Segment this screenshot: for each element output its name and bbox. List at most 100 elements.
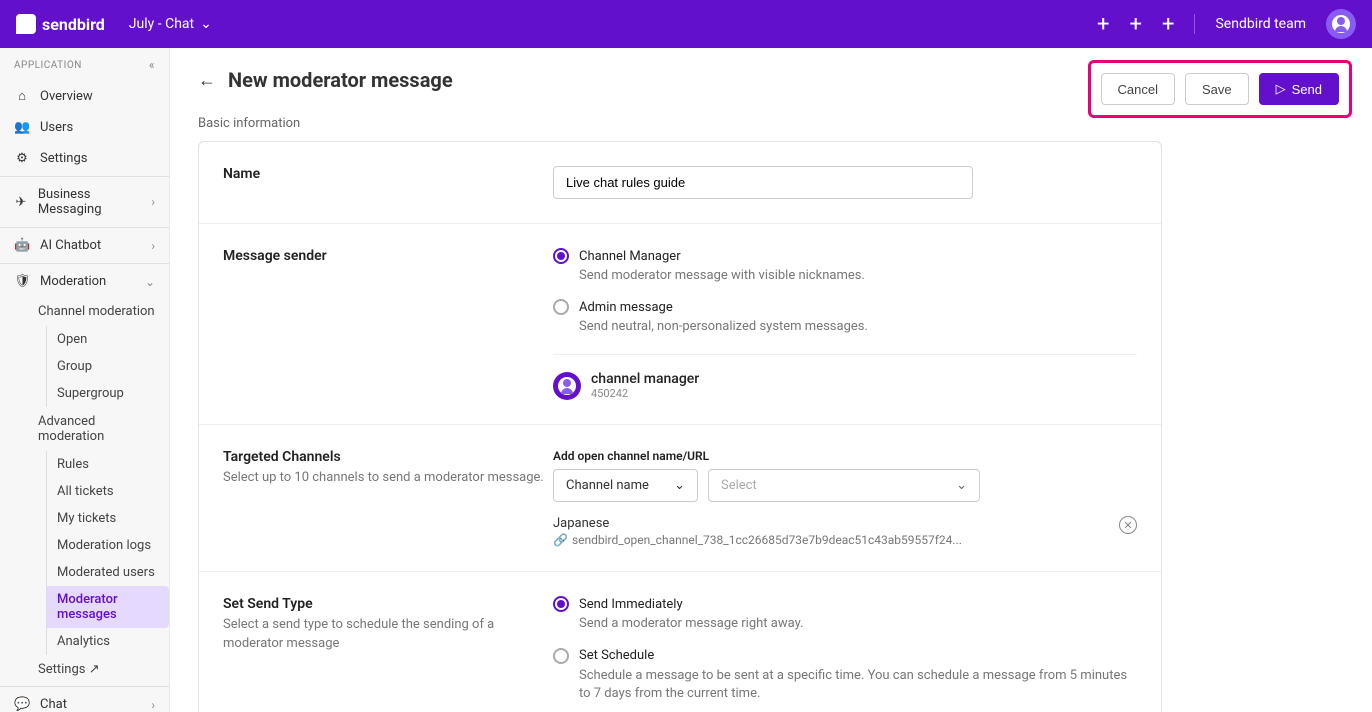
sidebar-item-users[interactable]: 👥 Users bbox=[0, 112, 169, 143]
sidebar-item-chat[interactable]: 💬 Chat › bbox=[0, 689, 169, 712]
users-icon: 👥 bbox=[14, 120, 30, 135]
sender-id: 450242 bbox=[591, 387, 699, 400]
row-name: Name bbox=[199, 142, 1161, 224]
remove-channel-button[interactable]: ✕ bbox=[1119, 516, 1137, 534]
shield-icon: 🛡 bbox=[14, 274, 30, 289]
paper-plane-icon: ▷ bbox=[1276, 81, 1286, 97]
send-label: Send bbox=[1292, 82, 1322, 97]
page-title: New moderator message bbox=[228, 68, 453, 92]
selected-sender-card: channel manager 450242 bbox=[553, 354, 1137, 400]
topbar-right: + + + Sendbird team bbox=[1097, 9, 1356, 39]
chip-url: sendbird_open_channel_738_1cc26685d73e7b… bbox=[572, 533, 962, 547]
sender-avatar-icon bbox=[553, 372, 581, 400]
sidebar-sub-settings-ext[interactable]: Settings ↗ bbox=[0, 655, 169, 684]
brand-logo[interactable]: sendbird bbox=[16, 14, 105, 34]
sender-name: channel manager bbox=[591, 371, 699, 387]
plus-button-2[interactable]: + bbox=[1130, 12, 1142, 37]
separator bbox=[0, 686, 169, 687]
chevron-right-icon: › bbox=[151, 698, 155, 712]
brand-name: sendbird bbox=[42, 15, 105, 34]
app-selector[interactable]: July - Chat ⌄ bbox=[129, 16, 212, 32]
cancel-button[interactable]: Cancel bbox=[1101, 73, 1175, 105]
sidebar-label: Users bbox=[40, 120, 73, 135]
radio-label: Send Immediately bbox=[579, 597, 683, 612]
radio-desc: Send moderator message with visible nick… bbox=[579, 267, 1137, 285]
collapse-sidebar-icon[interactable]: « bbox=[149, 58, 155, 72]
send-button[interactable]: ▷ Send bbox=[1259, 73, 1339, 105]
channel-select[interactable]: Select ⌄ bbox=[708, 469, 980, 502]
sidebar-sub-rules[interactable]: Rules bbox=[47, 451, 169, 478]
bot-icon: 🤖 bbox=[14, 238, 30, 253]
sidebar-label: Moderation bbox=[40, 274, 106, 289]
sidebar-sub-supergroup[interactable]: Supergroup bbox=[47, 380, 169, 407]
sidebar-label: AI Chatbot bbox=[40, 238, 101, 253]
sendtype-label: Set Send Type bbox=[223, 596, 553, 612]
user-avatar[interactable] bbox=[1326, 9, 1356, 39]
sidebar-item-ai-chatbot[interactable]: 🤖 AI Chatbot › bbox=[0, 230, 169, 261]
chevron-down-icon: ⌄ bbox=[956, 478, 967, 493]
link-icon: 🔗 bbox=[553, 533, 568, 547]
section-title-basic: Basic information bbox=[198, 116, 1162, 131]
radio-icon bbox=[553, 248, 569, 264]
sidebar-sub-open[interactable]: Open bbox=[47, 326, 169, 353]
sidebar-sub-mod-messages[interactable]: Moderator messages bbox=[47, 586, 169, 628]
sidebar-sub-all-tickets[interactable]: All tickets bbox=[47, 478, 169, 505]
sidebar-section-header: APPLICATION « bbox=[0, 48, 169, 80]
separator bbox=[0, 176, 169, 177]
chevron-right-icon: › bbox=[151, 195, 155, 209]
chevron-down-icon: ⌄ bbox=[145, 275, 155, 289]
divider bbox=[1194, 14, 1195, 34]
radio-icon bbox=[553, 299, 569, 315]
sidebar-sub-analytics[interactable]: Analytics bbox=[47, 628, 169, 655]
radio-desc: Schedule a message to be sent at a speci… bbox=[579, 667, 1137, 703]
name-input[interactable] bbox=[553, 166, 973, 199]
sidebar-item-settings[interactable]: ⚙ Settings bbox=[0, 143, 169, 174]
chat-icon: 💬 bbox=[14, 697, 30, 712]
radio-channel-manager[interactable]: Channel Manager Send moderator message w… bbox=[553, 248, 1137, 285]
radio-label: Admin message bbox=[579, 300, 673, 315]
sidebar-item-moderation[interactable]: 🛡 Moderation ⌄ bbox=[0, 266, 169, 297]
sendtype-sub: Select a send type to schedule the sendi… bbox=[223, 616, 553, 652]
person-icon bbox=[558, 377, 576, 395]
select-placeholder: Select bbox=[721, 478, 757, 493]
back-arrow-icon[interactable]: ← bbox=[198, 70, 216, 91]
sidebar-sub-group[interactable]: Group bbox=[47, 353, 169, 380]
sidebar-sub-advanced[interactable]: Advanced moderation bbox=[0, 407, 169, 451]
sidebar-sub-mod-users[interactable]: Moderated users bbox=[47, 559, 169, 586]
home-icon: ⌂ bbox=[14, 88, 30, 104]
chip-name: Japanese bbox=[553, 516, 1109, 531]
radio-icon bbox=[553, 648, 569, 664]
row-sendtype: Set Send Type Select a send type to sche… bbox=[199, 572, 1161, 712]
sender-label: Message sender bbox=[223, 248, 553, 264]
sidebar-sub-mod-logs[interactable]: Moderation logs bbox=[47, 532, 169, 559]
sendbird-icon bbox=[16, 14, 36, 34]
name-label: Name bbox=[223, 166, 553, 182]
separator bbox=[0, 263, 169, 264]
chevron-down-icon: ⌄ bbox=[200, 16, 212, 32]
radio-label: Set Schedule bbox=[579, 648, 654, 663]
team-name[interactable]: Sendbird team bbox=[1215, 16, 1306, 32]
select-value: Channel name bbox=[566, 478, 649, 493]
selected-channel-chip: Japanese 🔗 sendbird_open_channel_738_1cc… bbox=[553, 516, 1137, 547]
plus-button-3[interactable]: + bbox=[1162, 12, 1174, 37]
sidebar-item-overview[interactable]: ⌂ Overview bbox=[0, 80, 169, 112]
channel-type-select[interactable]: Channel name ⌄ bbox=[553, 469, 698, 502]
sidebar-label: Business Messaging bbox=[38, 187, 142, 217]
sidebar-label: Overview bbox=[40, 89, 93, 104]
separator bbox=[0, 227, 169, 228]
sidebar-sub-channel-moderation[interactable]: Channel moderation bbox=[0, 297, 169, 326]
save-button[interactable]: Save bbox=[1185, 73, 1249, 105]
sidebar-item-business-messaging[interactable]: ✈ Business Messaging › bbox=[0, 179, 169, 225]
radio-admin-message[interactable]: Admin message Send neutral, non-personal… bbox=[553, 299, 1137, 336]
channel-field-label: Add open channel name/URL bbox=[553, 449, 1137, 463]
close-icon: ✕ bbox=[1123, 519, 1132, 532]
sidebar-label: Settings bbox=[40, 151, 87, 166]
basic-info-panel: Name Message sender bbox=[198, 141, 1162, 712]
plus-button-1[interactable]: + bbox=[1097, 12, 1109, 37]
sidebar-sub-my-tickets[interactable]: My tickets bbox=[47, 505, 169, 532]
chevron-right-icon: › bbox=[151, 239, 155, 253]
send-icon: ✈ bbox=[14, 195, 28, 210]
row-sender: Message sender Channel Manager Send mode… bbox=[199, 224, 1161, 425]
radio-send-immediately[interactable]: Send Immediately Send a moderator messag… bbox=[553, 596, 1137, 633]
radio-set-schedule[interactable]: Set Schedule Schedule a message to be se… bbox=[553, 648, 1137, 703]
